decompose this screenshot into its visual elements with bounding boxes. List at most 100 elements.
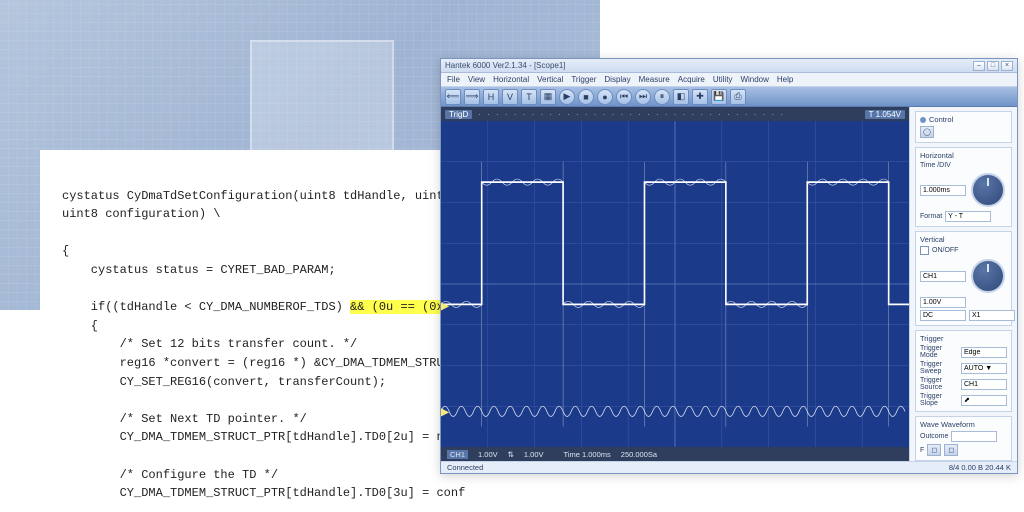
panel-title: Horizontal	[920, 151, 954, 160]
menu-bar: File View Horizontal Vertical Trigger Di…	[441, 73, 1017, 87]
code-line: {	[62, 319, 98, 333]
format-label: Format	[920, 213, 942, 220]
toolbar-horizontal-icon[interactable]: H	[483, 89, 499, 105]
trigger-source-select[interactable]	[961, 379, 1007, 390]
code-comment: /* Set Next TD pointer. */	[62, 412, 307, 426]
menu-item-view[interactable]: View	[468, 75, 485, 84]
code-line: CY_SET_REG16(convert, transferCount);	[62, 375, 386, 389]
code-line: CY_DMA_TDMEM_STRUCT_PTR[tdHandle].TD0[2u…	[62, 430, 465, 444]
plot-header: TrigD · · · · · · · · · · · · · · · · · …	[441, 107, 909, 121]
toolbar-play-icon[interactable]: ▶	[559, 89, 575, 105]
ch1-badge: CH1	[447, 450, 468, 459]
status-right: 8/4 0.00 B 20.44 K	[949, 463, 1011, 472]
panel-title: Control	[929, 115, 953, 124]
timeline-markers: · · · · · · · · · · · · · · · · · · · · …	[478, 110, 785, 119]
wave-outcome-label: Outcome	[920, 433, 948, 440]
toolbar-save-icon[interactable]: 💾	[711, 89, 727, 105]
toolbar-pause-icon[interactable]: ⏸	[654, 89, 670, 105]
trace-tab[interactable]: TrigD	[445, 110, 472, 119]
panel-waveform: Wave Waveform Outcome F◻◻	[915, 416, 1012, 461]
control-start-button[interactable]: ◯	[920, 126, 934, 138]
vertical-channel-select[interactable]	[920, 271, 966, 282]
wave-button-a[interactable]: ◻	[927, 444, 941, 456]
oscilloscope-plot[interactable]	[441, 121, 909, 447]
panel-title: Vertical	[920, 235, 945, 244]
wave-outcome-input[interactable]	[951, 431, 997, 442]
minimize-button[interactable]: –	[973, 61, 985, 71]
toolbar-vertical-icon[interactable]: V	[502, 89, 518, 105]
code-line: CY_DMA_TDMEM_STRUCT_PTR[tdHandle].TD0[3u…	[62, 486, 465, 500]
code-line: cystatus CyDmaTdSetConfiguration(uint8 t…	[62, 189, 458, 203]
vertical-volt-input[interactable]	[920, 297, 966, 308]
trigger-slope-select[interactable]	[961, 395, 1007, 406]
toolbar-arrow-right-icon[interactable]: ⟹	[464, 89, 480, 105]
panel-trigger: Trigger Trigger Mode Trigger Sweep Trigg…	[915, 330, 1012, 412]
menu-item-acquire[interactable]: Acquire	[678, 75, 705, 84]
close-button[interactable]: ×	[1001, 61, 1013, 71]
toolbar-record-icon[interactable]: ●	[597, 89, 613, 105]
status-bar: Connected 8/4 0.00 B 20.44 K	[441, 461, 1017, 473]
coupling-select[interactable]	[920, 310, 966, 321]
oscilloscope-window: Hantek 6000 Ver2.1.34 - [Scope1] – □ × F…	[440, 58, 1018, 474]
format-select[interactable]	[945, 211, 991, 222]
plot-footer: CH1 1.00V ⇅ 1.00V Time 1.000ms 250.000Sa	[441, 447, 909, 461]
panel-title: Trigger	[920, 334, 943, 343]
toolbar-trigger-icon[interactable]: T	[521, 89, 537, 105]
trigger-sweep-select[interactable]	[961, 363, 1007, 374]
wave-f-label: F	[920, 447, 924, 454]
maximize-button[interactable]: □	[987, 61, 999, 71]
toolbar-skip-forward-icon[interactable]: ⏭	[635, 89, 651, 105]
code-line: uint8 configuration) \	[62, 207, 220, 221]
wave-button-b[interactable]: ◻	[944, 444, 958, 456]
time-div-input[interactable]	[920, 185, 966, 196]
trigger-slope-label: Trigger Slope	[920, 393, 958, 407]
panel-title: Wave Waveform	[920, 420, 975, 429]
onoff-checkbox[interactable]	[920, 246, 929, 255]
menu-item-window[interactable]: Window	[740, 75, 768, 84]
toolbar-grid-icon[interactable]: ▦	[540, 89, 556, 105]
trigger-mode-label: Trigger Mode	[920, 345, 958, 359]
div-value: 1.00V	[524, 450, 544, 459]
toolbar-arrow-left-icon[interactable]: ⟸	[445, 89, 461, 105]
toolbar-cursor-icon[interactable]: ✚	[692, 89, 708, 105]
menu-item-file[interactable]: File	[447, 75, 460, 84]
time-readout: Time 1.000ms	[564, 450, 611, 459]
sample-readout: 250.000Sa	[621, 450, 657, 459]
menu-item-trigger[interactable]: Trigger	[571, 75, 596, 84]
code-line: if((tdHandle < CY_DMA_NUMBEROF_TDS)	[62, 300, 350, 314]
toolbar-measure-icon[interactable]: ◧	[673, 89, 689, 105]
ch1-volt-value: 1.00V	[478, 450, 498, 459]
div-icon: ⇅	[508, 450, 514, 459]
toolbar: ⟸ ⟹ H V T ▦ ▶ ■ ● ⏮ ⏭ ⏸ ◧ ✚ 💾 ⎙	[441, 87, 1017, 107]
trigger-mode-select[interactable]	[961, 347, 1007, 358]
window-title: Hantek 6000 Ver2.1.34 - [Scope1]	[445, 61, 566, 70]
code-line: cystatus status = CYRET_BAD_PARAM;	[62, 263, 336, 277]
onoff-label: ON/OFF	[932, 247, 958, 254]
trigger-source-label: Trigger Source	[920, 377, 958, 391]
window-title-bar[interactable]: Hantek 6000 Ver2.1.34 - [Scope1] – □ ×	[441, 59, 1017, 73]
menu-item-horizontal[interactable]: Horizontal	[493, 75, 529, 84]
time-div-label: Time /DIV	[920, 162, 951, 169]
menu-item-help[interactable]: Help	[777, 75, 793, 84]
menu-item-vertical[interactable]: Vertical	[537, 75, 563, 84]
code-comment: /* Set 12 bits transfer count. */	[62, 337, 357, 351]
panel-vertical: Vertical ON/OFF	[915, 231, 1012, 326]
horizontal-knob[interactable]	[971, 173, 1005, 207]
scope-sidebar: Control ◯ Horizontal Time /DIV Format	[909, 107, 1017, 461]
code-line: reg16 *convert = (reg16 *) &CY_DMA_TDMEM…	[62, 356, 465, 370]
code-line: {	[62, 244, 69, 258]
trigger-sweep-label: Trigger Sweep	[920, 361, 958, 375]
probe-select[interactable]	[969, 310, 1015, 321]
toolbar-stop-icon[interactable]: ■	[578, 89, 594, 105]
status-connected: Connected	[447, 463, 483, 472]
menu-item-display[interactable]: Display	[604, 75, 630, 84]
menu-item-measure[interactable]: Measure	[639, 75, 670, 84]
header-readout: T 1.054V	[865, 110, 905, 119]
vertical-knob[interactable]	[971, 259, 1005, 293]
panel-horizontal: Horizontal Time /DIV Format	[915, 147, 1012, 227]
panel-dot-icon	[920, 117, 926, 123]
toolbar-print-icon[interactable]: ⎙	[730, 89, 746, 105]
panel-control: Control ◯	[915, 111, 1012, 143]
toolbar-skip-back-icon[interactable]: ⏮	[616, 89, 632, 105]
menu-item-utility[interactable]: Utility	[713, 75, 733, 84]
